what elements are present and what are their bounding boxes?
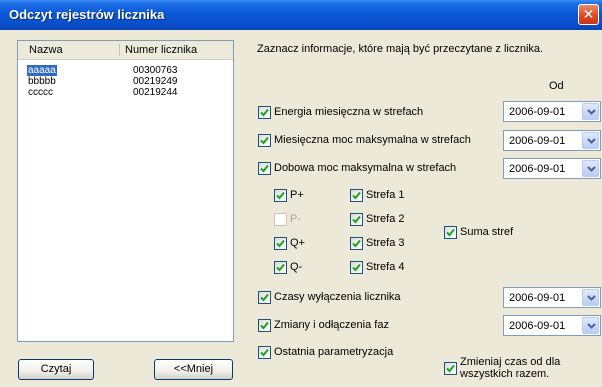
energia-date-select[interactable]: 2006-09-01 xyxy=(503,101,601,122)
q-minus-checkbox[interactable] xyxy=(274,261,287,274)
q-minus-label: Q- xyxy=(290,261,303,273)
checkmark-icon xyxy=(352,239,361,248)
meter-name: aaaaa xyxy=(27,65,57,76)
less-button[interactable]: <<Mniej xyxy=(154,359,233,380)
zmiany-faz-label: Zmiany i odłączenia faz xyxy=(274,319,389,331)
moc-miesieczna-date-select[interactable]: 2006-09-01 xyxy=(503,130,601,151)
meter-number: 00300763 xyxy=(133,65,178,76)
checkmark-icon xyxy=(260,321,269,330)
change-all-label: Zmieniaj czas od dla wszystkich razem. xyxy=(460,356,561,380)
checkmark-icon xyxy=(260,164,269,173)
moc-dobowa-date-select[interactable]: 2006-09-01 xyxy=(503,158,601,179)
checkmark-icon xyxy=(352,191,361,200)
zone-1-label: Strefa 1 xyxy=(366,189,405,201)
checkmark-icon xyxy=(260,136,269,145)
dropdown-button[interactable] xyxy=(582,103,599,120)
date-value: 2006-09-01 xyxy=(509,163,566,175)
meter-name: ccccc xyxy=(28,87,53,98)
parametryzacja-label: Ostatnia parametryzacja xyxy=(274,346,394,358)
checkmark-icon xyxy=(260,293,269,302)
date-value: 2006-09-01 xyxy=(509,135,566,147)
checkmark-icon xyxy=(260,348,269,357)
chevron-down-icon xyxy=(587,295,596,301)
date-value: 2006-09-01 xyxy=(509,292,566,304)
checkmark-icon xyxy=(352,263,361,272)
chevron-down-icon xyxy=(587,109,596,115)
meter-number: 00219244 xyxy=(133,87,178,98)
date-value: 2006-09-01 xyxy=(509,106,566,118)
moc-miesieczna-checkbox[interactable] xyxy=(258,134,271,147)
column-divider[interactable] xyxy=(119,44,120,56)
zone-2-label: Strefa 2 xyxy=(366,213,405,225)
instructions-text: Zaznacz informacje, które mają być przec… xyxy=(257,43,544,55)
zmiany-faz-checkbox[interactable] xyxy=(258,319,271,332)
checkmark-icon xyxy=(446,228,455,237)
checkmark-icon xyxy=(352,215,361,224)
meter-list[interactable]: Nazwa Numer licznika aaaaa 00300763 bbbb… xyxy=(17,40,234,342)
window-title: Odczyt rejestrów licznika xyxy=(9,7,165,22)
checkmark-icon xyxy=(276,263,285,272)
parametryzacja-checkbox[interactable] xyxy=(258,346,271,359)
moc-dobowa-checkbox[interactable] xyxy=(258,162,271,175)
zmiany-faz-date-select[interactable]: 2006-09-01 xyxy=(503,315,601,336)
dropdown-button[interactable] xyxy=(582,160,599,177)
checkmark-icon xyxy=(260,108,269,117)
p-plus-label: P+ xyxy=(290,189,304,201)
q-plus-checkbox[interactable] xyxy=(274,237,287,250)
close-icon: ✕ xyxy=(582,6,595,22)
chevron-down-icon xyxy=(587,138,596,144)
dropdown-button[interactable] xyxy=(582,132,599,149)
list-item[interactable]: ccccc 00219244 xyxy=(18,87,233,98)
chevron-down-icon xyxy=(587,323,596,329)
zone-4-label: Strefa 4 xyxy=(366,261,405,273)
checkmark-icon xyxy=(446,364,455,373)
zone-1-checkbox[interactable] xyxy=(350,189,363,202)
czasy-wylaczenia-date-select[interactable]: 2006-09-01 xyxy=(503,287,601,308)
change-all-checkbox[interactable] xyxy=(444,362,457,375)
close-button[interactable]: ✕ xyxy=(578,4,599,25)
column-header-number[interactable]: Numer licznika xyxy=(125,44,197,56)
zone-3-label: Strefa 3 xyxy=(366,237,405,249)
zone-2-checkbox[interactable] xyxy=(350,213,363,226)
checkmark-icon xyxy=(276,239,285,248)
list-item[interactable]: bbbbb 00219249 xyxy=(18,76,233,87)
title-bar: Odczyt rejestrów licznika ✕ xyxy=(0,0,602,30)
moc-dobowa-label: Dobowa moc maksymalna w strefach xyxy=(274,162,457,174)
column-header-name[interactable]: Nazwa xyxy=(29,44,63,56)
moc-miesieczna-label: Miesięczna moc maksymalna w strefach xyxy=(274,134,471,146)
meter-number: 00219249 xyxy=(133,76,178,87)
p-plus-checkbox[interactable] xyxy=(274,189,287,202)
meter-name: bbbbb xyxy=(28,76,56,87)
czasy-wylaczenia-checkbox[interactable] xyxy=(258,291,271,304)
list-header: Nazwa Numer licznika xyxy=(18,41,233,60)
energia-checkbox[interactable] xyxy=(258,106,271,119)
checkmark-icon xyxy=(276,191,285,200)
suma-stref-label: Suma stref xyxy=(460,226,514,238)
list-item[interactable]: aaaaa 00300763 xyxy=(18,65,233,76)
p-minus-checkbox xyxy=(274,213,287,226)
dropdown-button[interactable] xyxy=(582,289,599,306)
zone-3-checkbox[interactable] xyxy=(350,237,363,250)
read-button[interactable]: Czytaj xyxy=(18,359,94,380)
chevron-down-icon xyxy=(587,166,596,172)
q-plus-label: Q+ xyxy=(290,237,305,249)
zone-4-checkbox[interactable] xyxy=(350,261,363,274)
p-minus-label: P- xyxy=(290,213,301,225)
suma-stref-checkbox[interactable] xyxy=(444,226,457,239)
czasy-wylaczenia-label: Czasy wyłączenia licznika xyxy=(274,291,401,303)
date-value: 2006-09-01 xyxy=(509,320,566,332)
energia-label: Energia miesięczna w strefach xyxy=(274,106,424,118)
od-label: Od xyxy=(549,80,564,92)
dropdown-button[interactable] xyxy=(582,317,599,334)
